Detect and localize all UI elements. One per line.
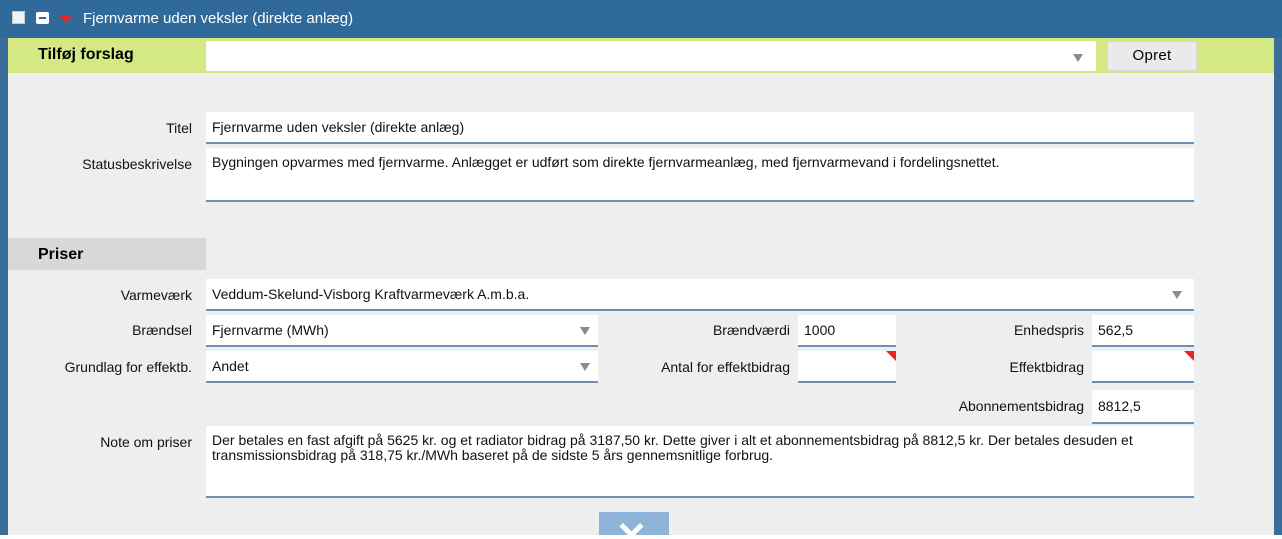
count-label: Antal for effektbidrag xyxy=(661,359,790,375)
fuel-value: Fjernvarme (MWh) xyxy=(212,322,329,338)
count-field[interactable] xyxy=(798,351,896,383)
suggestion-bar: Tilføj forslag Opret xyxy=(8,38,1274,73)
basis-dropdown-icon[interactable] xyxy=(580,363,590,371)
title-field[interactable]: Fjernvarme uden veksler (direkte anlæg) xyxy=(206,112,1194,144)
fuel-select[interactable]: Fjernvarme (MWh) xyxy=(206,315,598,347)
basis-label: Grundlag for effektb. xyxy=(64,359,192,375)
unit-price-value: 562,5 xyxy=(1098,322,1134,338)
create-button[interactable]: Opret xyxy=(1107,41,1197,71)
select-checkbox[interactable] xyxy=(12,11,25,24)
basis-select[interactable]: Andet xyxy=(206,351,598,383)
suggestion-select[interactable] xyxy=(206,41,1096,71)
suggestion-dropdown-icon[interactable] xyxy=(1073,54,1083,62)
note-value: Der betales en fast afgift på 5625 kr. o… xyxy=(212,432,1133,463)
note-label: Note om priser xyxy=(100,434,192,450)
fuel-label: Brændsel xyxy=(132,322,192,338)
effect-label: Effektbidrag xyxy=(1009,359,1084,375)
plant-value: Veddum-Skelund-Visborg Kraftvarmeværk A.… xyxy=(212,286,530,302)
status-value: Bygningen opvarmes med fjernvarme. Anlæg… xyxy=(212,154,1000,170)
status-label: Statusbeskrivelse xyxy=(82,156,192,172)
subscription-field[interactable]: 8812,5 xyxy=(1092,390,1194,424)
collapse-icon[interactable] xyxy=(36,12,49,24)
required-marker-icon xyxy=(886,351,896,361)
required-marker-icon xyxy=(1184,351,1194,361)
calorific-label: Brændværdi xyxy=(712,322,790,338)
plant-dropdown-icon[interactable] xyxy=(1172,291,1182,299)
calorific-field[interactable]: 1000 xyxy=(798,315,896,347)
panel-titlebar: Fjernvarme uden veksler (direkte anlæg) xyxy=(0,0,1282,38)
status-field[interactable]: Bygningen opvarmes med fjernvarme. Anlæg… xyxy=(206,148,1194,202)
plant-select[interactable]: Veddum-Skelund-Visborg Kraftvarmeværk A.… xyxy=(206,279,1194,311)
unit-price-label: Enhedspris xyxy=(1013,322,1084,338)
unit-price-field[interactable]: 562,5 xyxy=(1092,315,1194,347)
menu-arrow-icon[interactable] xyxy=(59,15,73,23)
panel-title: Fjernvarme uden veksler (direkte anlæg) xyxy=(83,10,354,27)
subscription-label: Abonnementsbidrag xyxy=(958,398,1084,414)
subscription-value: 8812,5 xyxy=(1098,398,1141,414)
prices-section-title: Priser xyxy=(38,246,84,263)
fuel-dropdown-icon[interactable] xyxy=(580,327,590,335)
expand-chevron-down-icon[interactable] xyxy=(599,512,669,535)
suggestion-label: Tilføj forslag xyxy=(38,46,134,63)
plant-label: Varmeværk xyxy=(120,287,192,303)
calorific-value: 1000 xyxy=(804,322,836,338)
basis-value: Andet xyxy=(212,358,249,374)
effect-field[interactable] xyxy=(1092,351,1194,383)
note-field[interactable]: Der betales en fast afgift på 5625 kr. o… xyxy=(206,426,1194,498)
prices-section-header: Priser xyxy=(8,238,206,270)
title-label: Titel xyxy=(166,120,192,136)
title-value: Fjernvarme uden veksler (direkte anlæg) xyxy=(212,119,465,135)
